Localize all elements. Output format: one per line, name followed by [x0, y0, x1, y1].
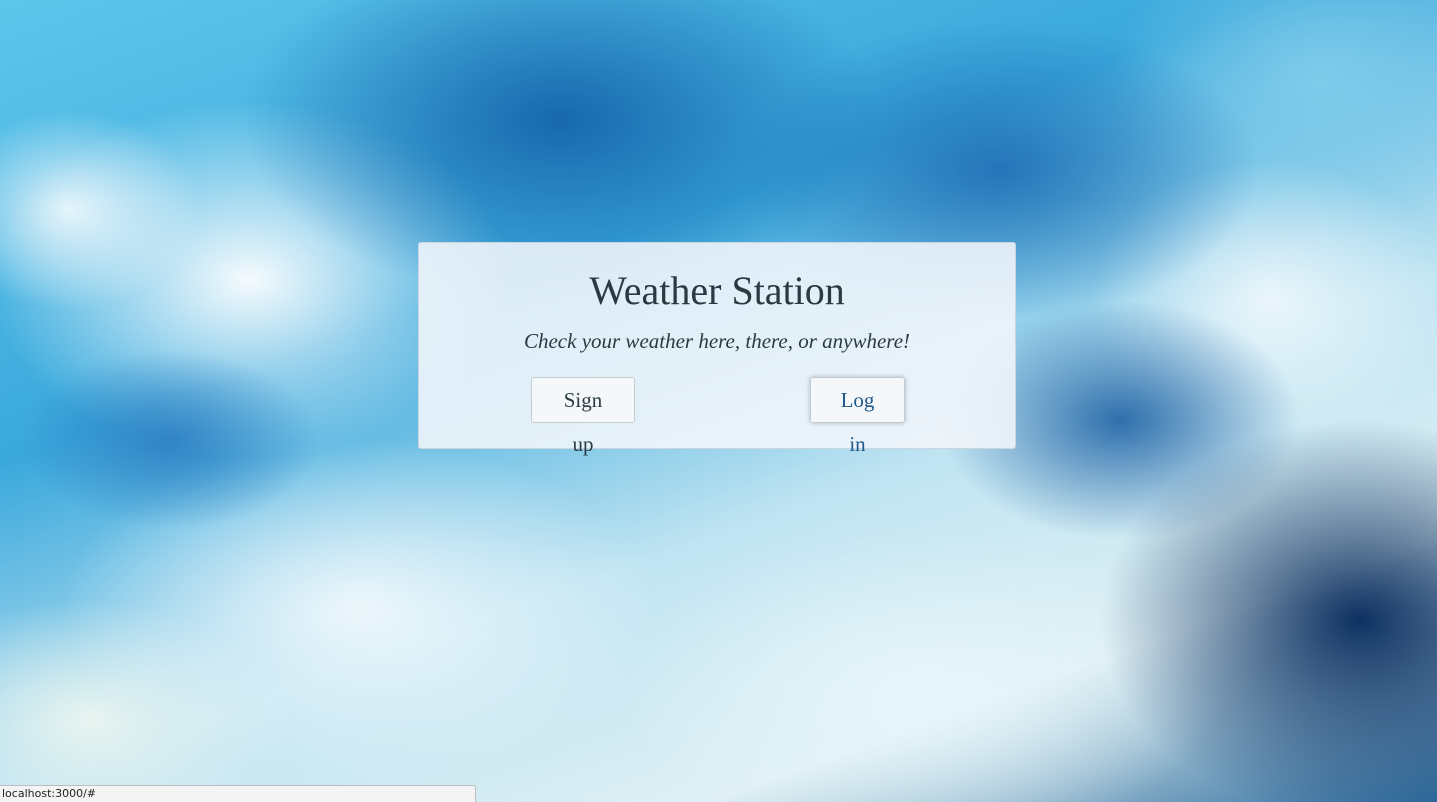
login-button[interactable]: Log in — [810, 377, 905, 456]
signup-button[interactable]: Sign up — [531, 377, 635, 456]
status-bar-url: localhost:3000/# — [0, 785, 476, 802]
tagline: Check your weather here, there, or anywh… — [523, 329, 911, 353]
welcome-card: Weather Station Check your weather here,… — [418, 242, 1016, 456]
page-title: Weather Station — [589, 268, 845, 313]
page-background: { "card": { "title": "Weather Station", … — [0, 0, 1437, 802]
